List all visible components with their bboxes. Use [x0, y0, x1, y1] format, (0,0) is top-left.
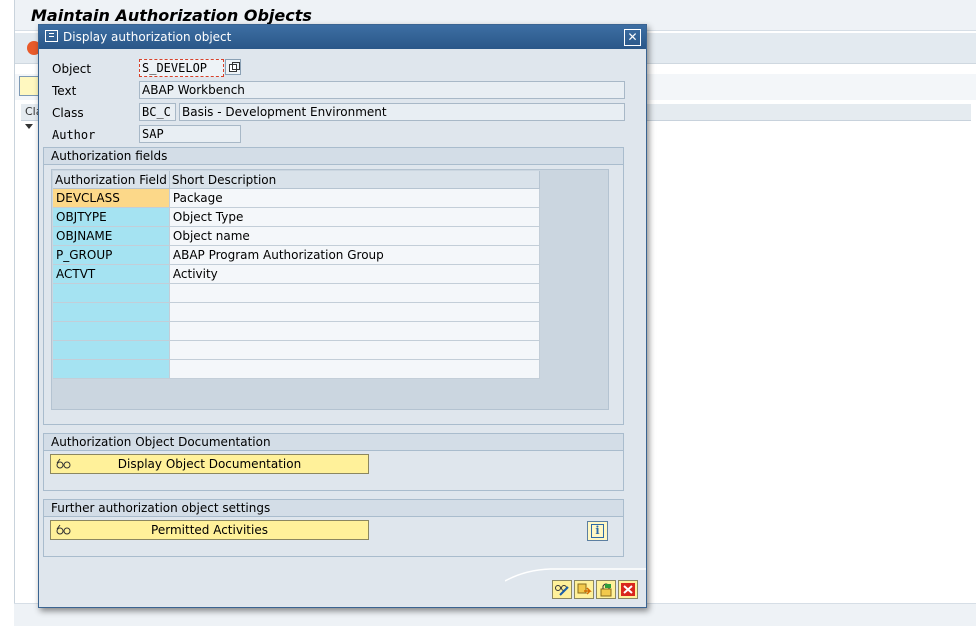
table-row[interactable]: [53, 359, 540, 379]
cancel-button[interactable]: [618, 580, 638, 599]
column-header-description[interactable]: Short Description: [169, 171, 540, 189]
field-cell[interactable]: [53, 340, 170, 360]
dialog-title: Display authorization object: [63, 30, 232, 44]
change-display-button[interactable]: [552, 580, 572, 599]
display-icon: [45, 30, 58, 42]
table-row[interactable]: [53, 321, 540, 341]
author-label: Author: [52, 128, 96, 142]
further-settings-group-title: Further authorization object settings: [44, 500, 623, 517]
glasses-icon: [56, 524, 71, 535]
description-cell[interactable]: Object name: [169, 226, 540, 246]
description-cell[interactable]: ABAP Program Authorization Group: [169, 245, 540, 265]
class-label: Class: [52, 106, 84, 120]
object-label: Object: [52, 62, 92, 76]
table-row[interactable]: OBJTYPE Object Type: [53, 207, 540, 227]
field-cell[interactable]: OBJNAME: [53, 226, 170, 246]
field-cell[interactable]: [53, 283, 170, 303]
description-cell[interactable]: Object Type: [169, 207, 540, 227]
description-cell[interactable]: [169, 359, 540, 379]
description-cell[interactable]: [169, 321, 540, 341]
description-cell[interactable]: Activity: [169, 264, 540, 284]
transfer-icon: [577, 583, 592, 595]
field-cell[interactable]: ACTVT: [53, 264, 170, 284]
glasses-icon: [56, 458, 71, 469]
description-cell[interactable]: [169, 283, 540, 303]
lock-icon: [600, 583, 612, 597]
cancel-icon: [621, 583, 635, 596]
field-cell[interactable]: P_GROUP: [53, 245, 170, 265]
text-label: Text: [52, 84, 77, 98]
authorization-fields-table: Authorization Field Short Description DE…: [53, 171, 540, 379]
class-text-field: Basis - Development Environment: [179, 103, 625, 121]
permitted-activities-button[interactable]: Permitted Activities: [50, 520, 369, 540]
column-header-field[interactable]: Authorization Field: [53, 171, 170, 189]
authorization-fields-title: Authorization fields: [44, 148, 623, 165]
permitted-activities-label: Permitted Activities: [151, 523, 268, 537]
dialog-titlebar: Display authorization object ✕: [39, 25, 646, 49]
authorization-fields-table-frame: Authorization Field Short Description DE…: [51, 169, 609, 410]
field-cell[interactable]: OBJTYPE: [53, 207, 170, 227]
glasses-edit-icon: [555, 585, 569, 596]
lock-button[interactable]: [596, 580, 616, 599]
display-object-documentation-button[interactable]: Display Object Documentation: [50, 454, 369, 474]
main-title: Maintain Authorization Objects: [31, 6, 312, 25]
field-cell[interactable]: [53, 321, 170, 341]
table-row[interactable]: OBJNAME Object name: [53, 226, 540, 246]
display-object-documentation-label: Display Object Documentation: [117, 457, 302, 471]
class-code-field[interactable]: BC_C: [139, 103, 176, 121]
authorization-fields-group: Authorization fields Authorization Field…: [43, 147, 624, 425]
description-cell[interactable]: [169, 340, 540, 360]
object-field[interactable]: S_DEVELOP: [139, 59, 224, 77]
description-cell[interactable]: [169, 302, 540, 322]
author-field[interactable]: SAP: [139, 125, 241, 143]
field-cell[interactable]: DEVCLASS: [53, 188, 170, 208]
table-row[interactable]: [53, 302, 540, 322]
documentation-group-title: Authorization Object Documentation: [44, 434, 623, 451]
info-button[interactable]: i: [587, 521, 608, 541]
field-cell[interactable]: [53, 359, 170, 379]
transfer-button[interactable]: [574, 580, 594, 599]
info-icon: i: [591, 524, 604, 538]
table-row[interactable]: [53, 340, 540, 360]
table-row[interactable]: ACTVT Activity: [53, 264, 540, 284]
text-field[interactable]: ABAP Workbench: [139, 81, 625, 99]
description-cell[interactable]: Package: [169, 188, 540, 208]
table-row[interactable]: [53, 283, 540, 303]
tree-expand-icon[interactable]: [25, 124, 33, 129]
table-row[interactable]: DEVCLASS Package: [53, 188, 540, 208]
field-cell[interactable]: [53, 302, 170, 322]
close-button[interactable]: ✕: [624, 29, 641, 46]
copy-icon[interactable]: [225, 59, 241, 75]
table-row[interactable]: P_GROUP ABAP Program Authorization Group: [53, 245, 540, 265]
display-authorization-object-dialog: Display authorization object ✕ Object S_…: [38, 24, 647, 608]
